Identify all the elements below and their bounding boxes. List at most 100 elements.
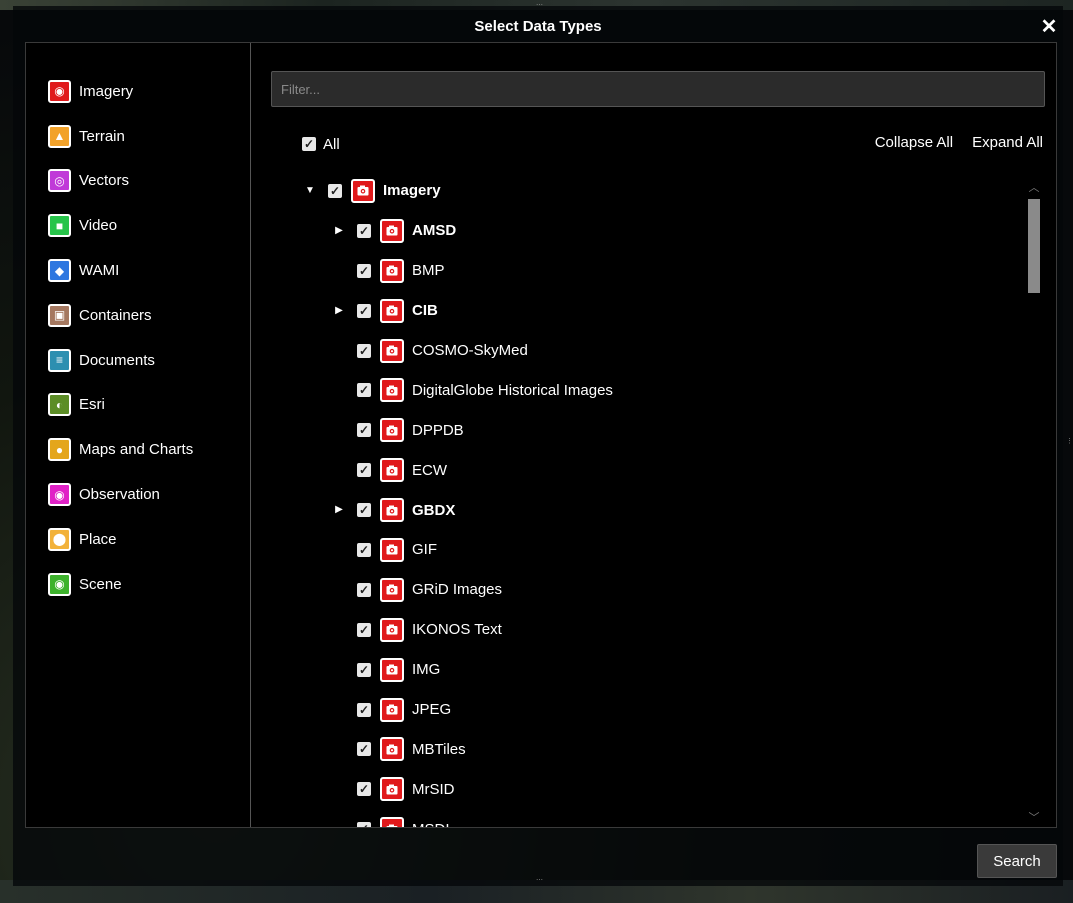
camera-icon [380, 498, 404, 523]
box-icon: ▣ [48, 303, 71, 327]
tree-row[interactable]: ▶ ✓ GBDX [252, 490, 1022, 530]
dialog-title: Select Data Types [474, 18, 602, 35]
resize-grip-right-icon[interactable]: ⋮ [1066, 438, 1073, 445]
category-item-video[interactable]: ■ Video [26, 203, 250, 248]
tree-row[interactable]: ✓ DPPDB [252, 410, 1022, 450]
category-item-esri[interactable]: ◐ Esri [26, 383, 250, 428]
filter-input[interactable] [271, 71, 1045, 107]
tree-checkbox[interactable]: ✓ [357, 662, 371, 677]
scroll-up-icon[interactable]: ︿ [1022, 179, 1046, 195]
tree-checkbox[interactable]: ✓ [328, 183, 342, 198]
tree-label: MSDI [412, 821, 450, 827]
expand-all-link[interactable]: Expand All [972, 134, 1043, 151]
expand-caret-icon[interactable]: ▶ [333, 504, 345, 516]
collapse-all-link[interactable]: Collapse All [875, 134, 953, 151]
category-label: WAMI [79, 262, 120, 280]
expand-caret-icon[interactable]: ▶ [333, 225, 345, 237]
category-item-terrain[interactable]: ▲ Terrain [26, 114, 250, 159]
category-item-imagery[interactable]: ◉ Imagery [26, 69, 250, 114]
camera-icon [380, 258, 404, 283]
tree-checkbox[interactable]: ✓ [357, 503, 371, 518]
expand-caret-icon[interactable]: ▶ [333, 305, 345, 317]
scroll-thumb[interactable] [1028, 199, 1040, 293]
tree-row[interactable]: ✓ MrSID [252, 769, 1022, 809]
tree-node: ✓ MBTiles [357, 737, 466, 762]
category-label: Maps and Charts [79, 441, 194, 459]
all-checkbox-row[interactable]: ✓ All [302, 134, 340, 154]
category-item-place[interactable]: ⬤ Place [26, 517, 250, 562]
camera-icon [380, 338, 404, 363]
resize-grip-top-icon[interactable]: ⋯ [536, 2, 543, 9]
vector-icon: ◎ [48, 169, 71, 193]
tree-checkbox[interactable]: ✓ [357, 423, 371, 438]
tree-row[interactable]: ✓ ECW [252, 450, 1022, 490]
search-button[interactable]: Search [977, 844, 1057, 878]
category-item-scene[interactable]: ◉ Scene [26, 562, 250, 607]
tree-scrollbar[interactable]: ︿ ﹀ [1022, 171, 1046, 827]
tree-row[interactable]: ✓ DigitalGlobe Historical Images [252, 370, 1022, 410]
tree-label: IMG [412, 661, 441, 679]
tree-node: ✓ Imagery [328, 178, 441, 203]
tree-row[interactable]: ✓ IMG [252, 650, 1022, 690]
tree-row[interactable]: ✓ MBTiles [252, 729, 1022, 769]
data-type-panel: ✓ All Collapse All Expand All ▼ ✓ Imagery ▶… [252, 43, 1056, 827]
tree-checkbox[interactable]: ✓ [357, 463, 371, 478]
tree-label: GBDX [412, 501, 456, 519]
tree-row[interactable]: ✓ GIF [252, 530, 1022, 570]
tree-checkbox[interactable]: ✓ [357, 782, 371, 797]
tree-checkbox[interactable]: ✓ [357, 343, 371, 358]
video-icon: ■ [48, 214, 71, 238]
category-item-wami[interactable]: ◆ WAMI [26, 248, 250, 293]
scroll-down-icon[interactable]: ﹀ [1022, 809, 1046, 825]
tree-node: ✓ GBDX [357, 498, 456, 523]
tree-checkbox[interactable]: ✓ [357, 702, 371, 717]
category-label: Terrain [79, 127, 125, 145]
tree-row[interactable]: ✓ GRiD Images [252, 570, 1022, 610]
tree-checkbox[interactable]: ✓ [357, 303, 371, 318]
tree-checkbox[interactable]: ✓ [357, 822, 371, 827]
collapse-caret-icon[interactable]: ▼ [304, 185, 316, 197]
tree-checkbox[interactable]: ✓ [357, 582, 371, 597]
tree-checkbox[interactable]: ✓ [357, 622, 371, 637]
tree-label: MBTiles [412, 740, 466, 758]
tree-row[interactable]: ✓ JPEG [252, 690, 1022, 730]
category-item-containers[interactable]: ▣ Containers [26, 293, 250, 338]
tree-row[interactable]: ▼ ✓ Imagery [252, 171, 1022, 211]
tree-label: COSMO-SkyMed [412, 342, 528, 359]
all-checkbox[interactable]: ✓ [302, 137, 316, 151]
tree-checkbox[interactable]: ✓ [357, 263, 371, 278]
tree-checkbox[interactable]: ✓ [357, 383, 371, 398]
close-icon[interactable]: ✕ [1038, 16, 1060, 38]
camera-icon [380, 298, 404, 323]
tree-row[interactable]: ▶ ✓ CIB [252, 291, 1022, 331]
category-label: Esri [79, 396, 105, 414]
all-label: All [323, 135, 340, 153]
category-list: ◉ Imagery ▲ Terrain ◎ Vectors ■ Video ◆ WAMI ▣ Cont… [26, 43, 251, 827]
tree-checkbox[interactable]: ✓ [357, 223, 371, 238]
tree-row[interactable]: ✓ IKONOS Text [252, 610, 1022, 650]
tree-row[interactable]: ✓ BMP [252, 251, 1022, 291]
category-label: Imagery [79, 82, 134, 100]
tree-label: IKONOS Text [412, 621, 502, 639]
resize-grip-bottom-icon[interactable]: ⋯ [536, 877, 543, 884]
tree-row[interactable]: ▶ ✓ AMSD [252, 211, 1022, 251]
tree-actions: Collapse All Expand All [875, 134, 1043, 151]
tree-row[interactable]: ✓ MSDI [252, 809, 1022, 827]
tree-node: ✓ DPPDB [357, 418, 464, 443]
category-item-observation[interactable]: ◉ Observation [26, 472, 250, 517]
tree-row[interactable]: ✓ COSMO-SkyMed [252, 331, 1022, 371]
tree-checkbox[interactable]: ✓ [357, 742, 371, 757]
category-item-documents[interactable]: ≡ Documents [26, 338, 250, 383]
tree-node: ✓ IMG [357, 657, 441, 682]
category-item-maps-and-charts[interactable]: ● Maps and Charts [26, 427, 250, 472]
tree-checkbox[interactable]: ✓ [357, 542, 371, 557]
category-item-vectors[interactable]: ◎ Vectors [26, 159, 250, 204]
dialog-body: ◉ Imagery ▲ Terrain ◎ Vectors ■ Video ◆ WAMI ▣ Cont… [25, 42, 1057, 828]
category-label: Scene [79, 575, 122, 593]
tree-node: ✓ IKONOS Text [357, 617, 502, 642]
